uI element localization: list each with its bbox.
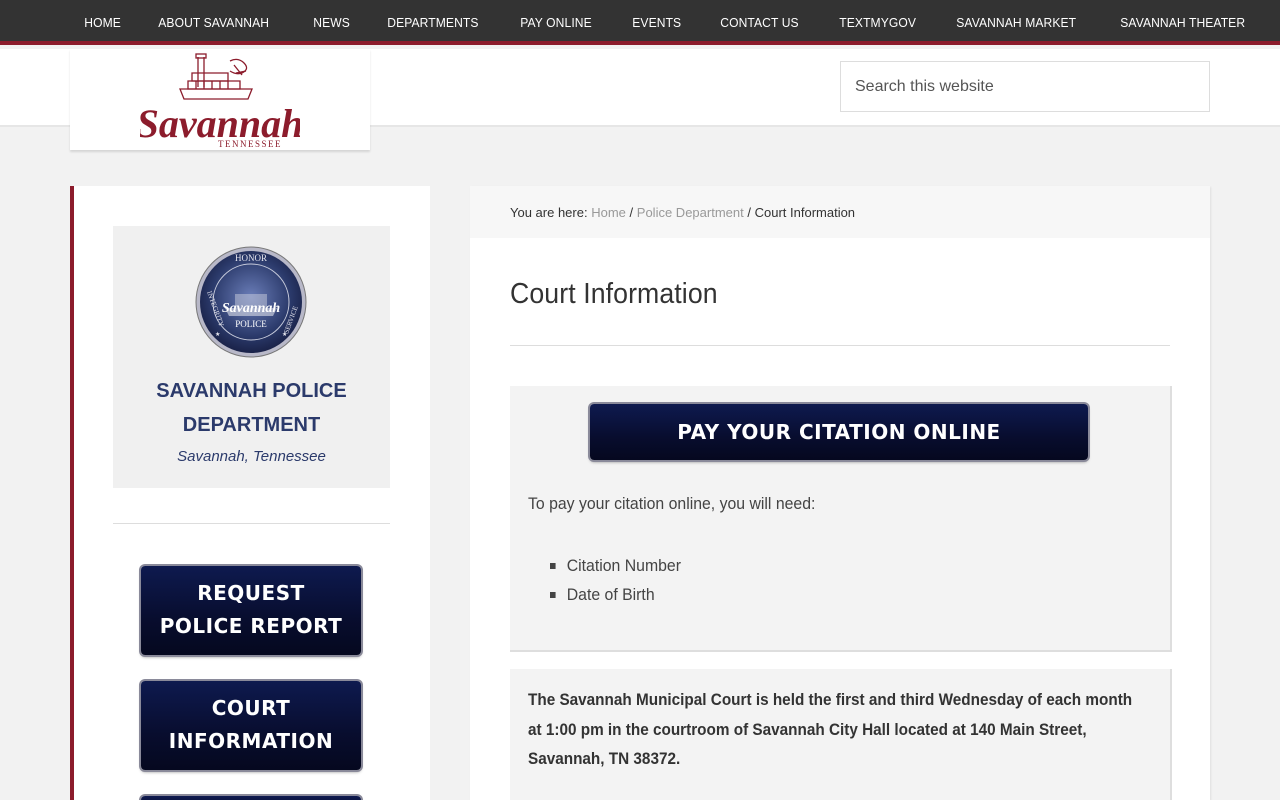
title-divider xyxy=(510,345,1170,346)
main-content: You are here: Home / Police Department /… xyxy=(470,186,1210,800)
department-title-line1: SAVANNAH POLICE xyxy=(156,380,347,402)
nav-item-pay-online[interactable]: PAY ONLINE xyxy=(504,0,608,45)
nav-item-contact-us[interactable]: CONTACT US xyxy=(704,0,815,45)
savannah-logo-image: Savannah TENNESSEE xyxy=(140,53,300,148)
site-logo[interactable]: Savannah TENNESSEE xyxy=(70,49,370,150)
request-button-line2: POLICE REPORT xyxy=(159,614,343,638)
pay-citation-panel: PAY YOUR CITATION ONLINE To pay your cit… xyxy=(510,386,1172,652)
court-schedule-panel: The Savannah Municipal Court is held the… xyxy=(510,669,1172,800)
nav-item-textmygov[interactable]: TEXTMYGOV xyxy=(823,0,932,45)
logo-subtitle: TENNESSEE xyxy=(218,139,282,148)
nav-item-savannah-theater[interactable]: SAVANNAH THEATER xyxy=(1104,0,1261,45)
top-navigation: HOME ABOUT SAVANNAH NEWS DEPARTMENTS PAY… xyxy=(0,0,1280,45)
nav-item-events[interactable]: EVENTS xyxy=(616,0,697,45)
breadcrumb-home-link[interactable]: Home xyxy=(591,205,626,220)
search-input[interactable] xyxy=(840,61,1210,112)
breadcrumb: You are here: Home / Police Department /… xyxy=(470,186,1210,238)
requirements-list: Citation Number Date of Birth xyxy=(550,551,691,609)
svg-text:★: ★ xyxy=(215,331,220,338)
sidebar: HONOR Savannah POLICE INTEGRITY SERVICE … xyxy=(70,186,430,800)
breadcrumb-current: Court Information xyxy=(754,205,856,220)
sidebar-next-button[interactable] xyxy=(141,796,361,800)
court-information-button[interactable]: COURT INFORMATION xyxy=(141,681,361,770)
department-title: SAVANNAH POLICE DEPARTMENT xyxy=(113,374,390,442)
list-item: Date of Birth xyxy=(550,580,681,609)
sidebar-divider xyxy=(113,523,390,524)
police-department-card: HONOR Savannah POLICE INTEGRITY SERVICE … xyxy=(113,226,390,488)
breadcrumb-separator: / xyxy=(747,205,751,220)
badge-bottom-text: POLICE xyxy=(235,319,267,329)
breadcrumb-prefix: You are here: xyxy=(510,205,588,220)
nav-item-about-savannah[interactable]: ABOUT SAVANNAH xyxy=(142,0,285,45)
nav-item-departments[interactable]: DEPARTMENTS xyxy=(371,0,495,45)
court-button-line2: INFORMATION xyxy=(168,729,334,753)
department-subtitle: Savannah, Tennessee xyxy=(177,448,326,465)
nav-item-home[interactable]: HOME xyxy=(68,0,137,45)
payment-requirements-intro: To pay your citation online, you will ne… xyxy=(528,494,816,513)
request-button-line1: REQUEST xyxy=(197,581,305,605)
badge-center-text: Savannah xyxy=(222,301,281,316)
department-title-line2: DEPARTMENT xyxy=(182,414,321,436)
court-button-line1: COURT xyxy=(211,696,291,720)
pay-citation-online-button[interactable]: PAY YOUR CITATION ONLINE xyxy=(590,404,1088,460)
police-badge-icon: HONOR Savannah POLICE INTEGRITY SERVICE … xyxy=(195,246,307,358)
top-nav-list: HOME ABOUT SAVANNAH NEWS DEPARTMENTS PAY… xyxy=(68,0,1274,45)
page-title: Court Information xyxy=(510,278,718,310)
badge-top-text: HONOR xyxy=(235,253,267,263)
breadcrumb-separator: / xyxy=(629,205,634,220)
nav-item-news[interactable]: NEWS xyxy=(297,0,366,45)
nav-item-savannah-market[interactable]: SAVANNAH MARKET xyxy=(940,0,1092,45)
svg-text:★: ★ xyxy=(282,331,287,338)
list-item: Citation Number xyxy=(550,551,681,580)
breadcrumb-police-department-link[interactable]: Police Department xyxy=(637,205,744,220)
court-schedule-text: The Savannah Municipal Court is held the… xyxy=(528,690,1133,768)
request-police-report-button[interactable]: REQUEST POLICE REPORT xyxy=(141,566,361,655)
